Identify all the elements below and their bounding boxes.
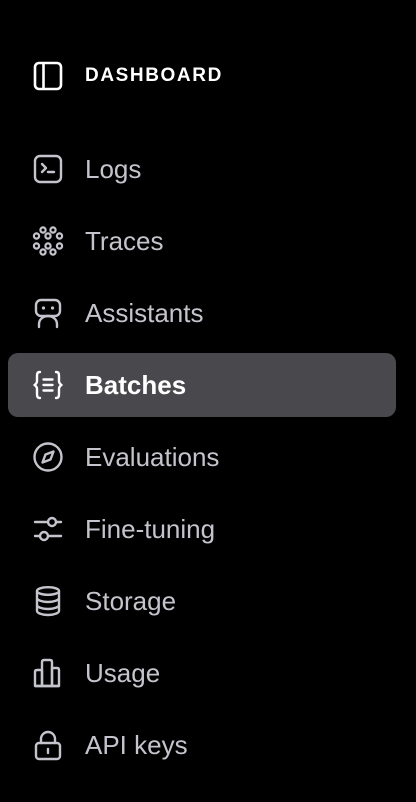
sidebar-item-fine-tuning[interactable]: Fine-tuning [8,497,396,561]
bar-chart-icon [32,657,64,689]
sidebar-nav: Logs Traces Assistants Batches Evaluatio… [8,137,396,785]
braces-list-icon [32,369,64,401]
lock-icon [32,729,64,761]
compass-icon [32,441,64,473]
sidebar-item-assistants[interactable]: Assistants [8,281,396,345]
sidebar-item-label: Storage [85,585,177,616]
sidebar-item-usage[interactable]: Usage [8,641,396,705]
sidebar-item-label: Usage [85,657,161,688]
sidebar-item-storage[interactable]: Storage [8,569,396,633]
sliders-icon [32,513,64,545]
sidebar-item-api-keys[interactable]: API keys [8,713,396,777]
sidebar-item-label: API keys [85,729,188,760]
terminal-icon [32,153,64,185]
dots-grid-icon [32,225,64,257]
robot-icon [32,297,64,329]
dashboard-title: DASHBOARD [85,65,223,86]
sidebar-header: DASHBOARD [32,58,223,94]
sidebar-item-label: Evaluations [85,441,220,472]
sidebar-item-label: Traces [85,225,164,256]
sidebar-item-label: Fine-tuning [85,513,216,544]
sidebar-toggle-icon[interactable] [32,60,64,92]
sidebar-item-label: Logs [85,153,142,184]
sidebar-item-evaluations[interactable]: Evaluations [8,425,396,489]
sidebar-item-batches[interactable]: Batches [8,353,396,417]
sidebar-item-traces[interactable]: Traces [8,209,396,273]
sidebar-item-logs[interactable]: Logs [8,137,396,201]
sidebar-item-label: Batches [85,369,187,400]
database-icon [32,585,64,617]
sidebar-item-label: Assistants [85,297,204,328]
